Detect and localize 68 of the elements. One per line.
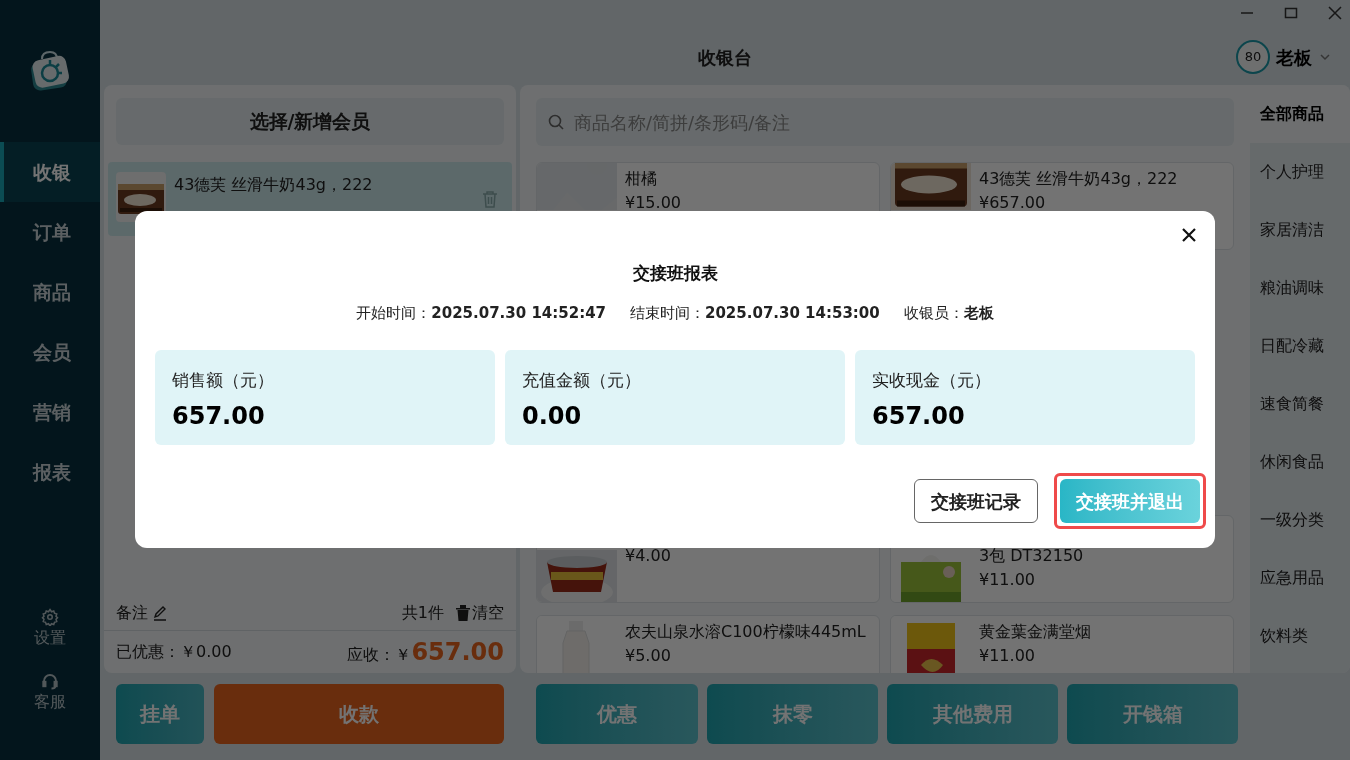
hold-order-button[interactable]: 挂单 xyxy=(116,684,204,744)
product-name: 3包 DT32150 xyxy=(979,545,1084,567)
stat-label: 充值金额（元） xyxy=(522,369,642,392)
checkout-button[interactable]: 收款 xyxy=(214,684,504,744)
product-price: ¥5.00 xyxy=(625,645,672,667)
product-price: ¥4.00 xyxy=(625,545,671,567)
remark-label: 备注 xyxy=(116,602,148,624)
category-item[interactable]: 日配冷藏 xyxy=(1250,317,1350,375)
product-price: ¥15.00 xyxy=(625,192,681,214)
nav-item[interactable]: 会员 xyxy=(0,322,100,382)
shopping-bag-logo-icon xyxy=(28,49,72,93)
info-text: 开始时间：2025.07.30 14:52:47 xyxy=(356,302,606,324)
product-name: 农夫山泉水溶C100柠檬味445mL xyxy=(625,621,866,643)
product-card[interactable]: 农夫山泉水溶C100柠檬味445mL ¥5.00 xyxy=(536,615,880,673)
action-button[interactable]: 其他费用 xyxy=(887,684,1058,744)
product-name: 43德芙 丝滑牛奶43g，222 xyxy=(979,168,1178,190)
nav-item[interactable]: 报表 xyxy=(0,442,100,502)
nav-item[interactable]: 设置 xyxy=(0,608,100,672)
search-icon xyxy=(548,114,564,130)
info-text: 结束时间：2025.07.30 14:53:00 xyxy=(630,302,880,324)
product-price: ¥11.00 xyxy=(979,645,1036,667)
maximize-icon[interactable] xyxy=(1284,6,1298,20)
product-name: 柑橘 xyxy=(625,168,658,190)
due-amount: 657.00 xyxy=(411,637,504,668)
settings-icon xyxy=(41,608,59,626)
window-title: 收银台 xyxy=(698,46,752,70)
stat-label: 销售额（元） xyxy=(172,369,275,392)
category-item[interactable]: 粮油调味 xyxy=(1250,259,1350,317)
action-button[interactable]: 优惠 xyxy=(536,684,698,744)
user-name: 老板 xyxy=(1276,45,1312,70)
due-label: 应收：￥ xyxy=(347,644,412,666)
trash-icon xyxy=(456,605,470,621)
stat-value: 0.00 xyxy=(522,400,583,432)
headset-icon xyxy=(41,672,59,690)
stat-value: 657.00 xyxy=(172,400,266,432)
product-price: ¥657.00 xyxy=(979,192,1047,214)
category-item[interactable]: 个人护理 xyxy=(1250,143,1350,201)
discount-text: 已优惠：￥0.00 xyxy=(116,641,232,663)
handover-records-button[interactable]: 交接班记录 xyxy=(914,479,1038,523)
handover-exit-button[interactable]: 交接班并退出 xyxy=(1060,479,1200,523)
nav-item[interactable]: 订单 xyxy=(0,202,100,262)
nav-item[interactable]: 营销 xyxy=(0,382,100,442)
dialog-title: 交接班报表 xyxy=(632,262,718,285)
nav-item[interactable]: 客服 xyxy=(0,672,100,736)
category-item[interactable]: 家居清洁 xyxy=(1250,201,1350,259)
product-price: ¥11.00 xyxy=(979,569,1036,591)
pencil-icon[interactable] xyxy=(152,605,168,621)
category-item[interactable]: 速食简餐 xyxy=(1250,375,1350,433)
product-card[interactable]: 黄金葉金满堂烟 ¥11.00 xyxy=(890,615,1234,673)
action-button[interactable]: 开钱箱 xyxy=(1067,684,1238,744)
category-item[interactable]: 应急用品 xyxy=(1250,549,1350,607)
info-text: 收银员：老板 xyxy=(903,302,994,324)
avatar: 80 xyxy=(1236,40,1270,74)
action-button[interactable]: 抹零 xyxy=(707,684,878,744)
stat-value: 657.00 xyxy=(872,400,966,432)
nav-item[interactable]: 商品 xyxy=(0,262,100,322)
category-item[interactable]: 休闲食品 xyxy=(1250,433,1350,491)
category-item[interactable]: 全部商品 xyxy=(1250,85,1350,143)
clear-button[interactable]: 清空 xyxy=(456,601,504,625)
member-button[interactable]: 选择/新增会员 xyxy=(116,98,504,145)
stat-label: 实收现金（元） xyxy=(872,369,992,392)
category-item[interactable]: 一级分类 xyxy=(1250,491,1350,549)
item-count: 共1件 xyxy=(401,602,444,624)
cart-item-name: 43德芙 丝滑牛奶43g，222 xyxy=(174,174,373,196)
category-item[interactable]: 饮料类 xyxy=(1250,607,1350,665)
nav-item[interactable]: 收银 xyxy=(0,142,100,202)
product-name: 黄金葉金满堂烟 xyxy=(979,621,1091,643)
close-icon[interactable] xyxy=(1181,227,1197,243)
